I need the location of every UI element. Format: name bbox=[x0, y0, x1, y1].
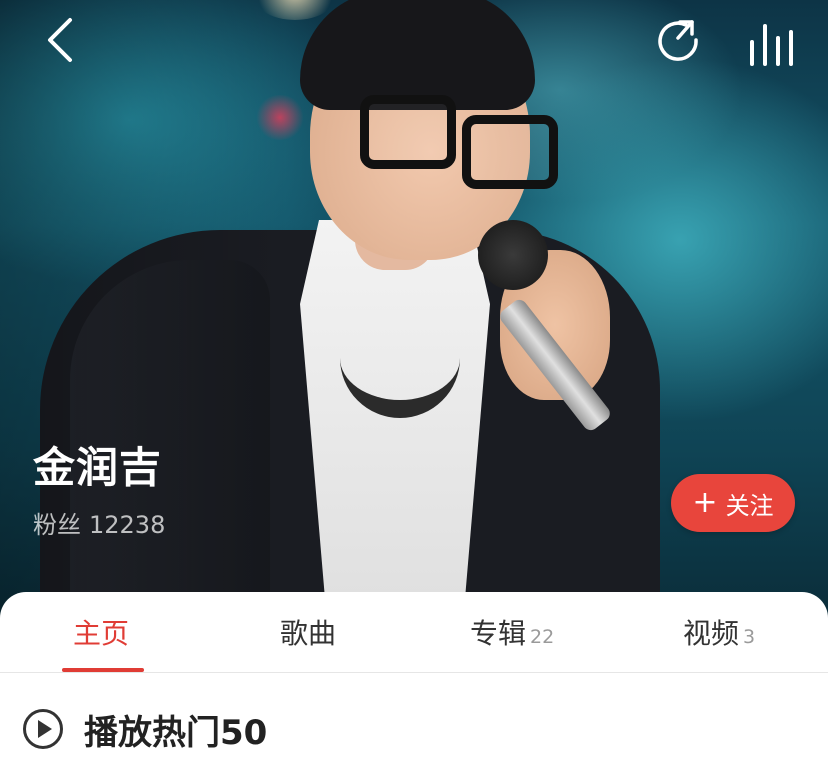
active-tab-indicator bbox=[62, 668, 144, 672]
artist-page: 金润吉 粉丝 12238 + 关注 主页 歌曲 专辑 22 视频 3 播放热门5… bbox=[0, 0, 828, 780]
follow-label: 关注 bbox=[725, 491, 774, 520]
artist-name: 金润吉 bbox=[33, 443, 163, 492]
tab-songs[interactable]: 歌曲 bbox=[280, 614, 336, 654]
tab-bar: 主页 歌曲 专辑 22 视频 3 bbox=[0, 592, 828, 673]
chevron-left-icon bbox=[48, 18, 72, 62]
tab-label: 专辑 bbox=[470, 617, 527, 650]
play-hot-50-label: 播放热门50 bbox=[84, 712, 268, 753]
tab-albums[interactable]: 专辑 22 bbox=[470, 614, 554, 654]
tab-videos[interactable]: 视频 3 bbox=[683, 614, 755, 654]
equalizer-bars-icon bbox=[750, 24, 793, 66]
share-arrow-icon bbox=[658, 20, 698, 61]
back-button[interactable] bbox=[40, 16, 80, 64]
content-sheet: 主页 歌曲 专辑 22 视频 3 播放热门50 bbox=[0, 592, 828, 780]
play-hot-50-button[interactable]: 播放热门50 bbox=[22, 704, 267, 754]
tab-label: 视频 bbox=[683, 617, 740, 650]
tab-label: 歌曲 bbox=[280, 617, 337, 650]
tab-count: 3 bbox=[743, 626, 756, 648]
tab-count: 22 bbox=[530, 626, 555, 648]
plus-icon: + bbox=[692, 485, 718, 520]
share-button[interactable] bbox=[656, 18, 704, 66]
follow-button[interactable]: + 关注 bbox=[671, 474, 795, 532]
fans-count: 粉丝 12238 bbox=[33, 505, 173, 540]
fans-label: 粉丝 bbox=[33, 511, 81, 539]
fans-number: 12238 bbox=[89, 511, 166, 539]
artist-cover-image bbox=[0, 0, 828, 650]
now-playing-button[interactable] bbox=[748, 20, 796, 66]
tab-home[interactable]: 主页 bbox=[73, 614, 129, 654]
play-circle-icon bbox=[23, 709, 63, 749]
cover-gradient bbox=[0, 0, 828, 640]
tab-label: 主页 bbox=[73, 617, 130, 650]
